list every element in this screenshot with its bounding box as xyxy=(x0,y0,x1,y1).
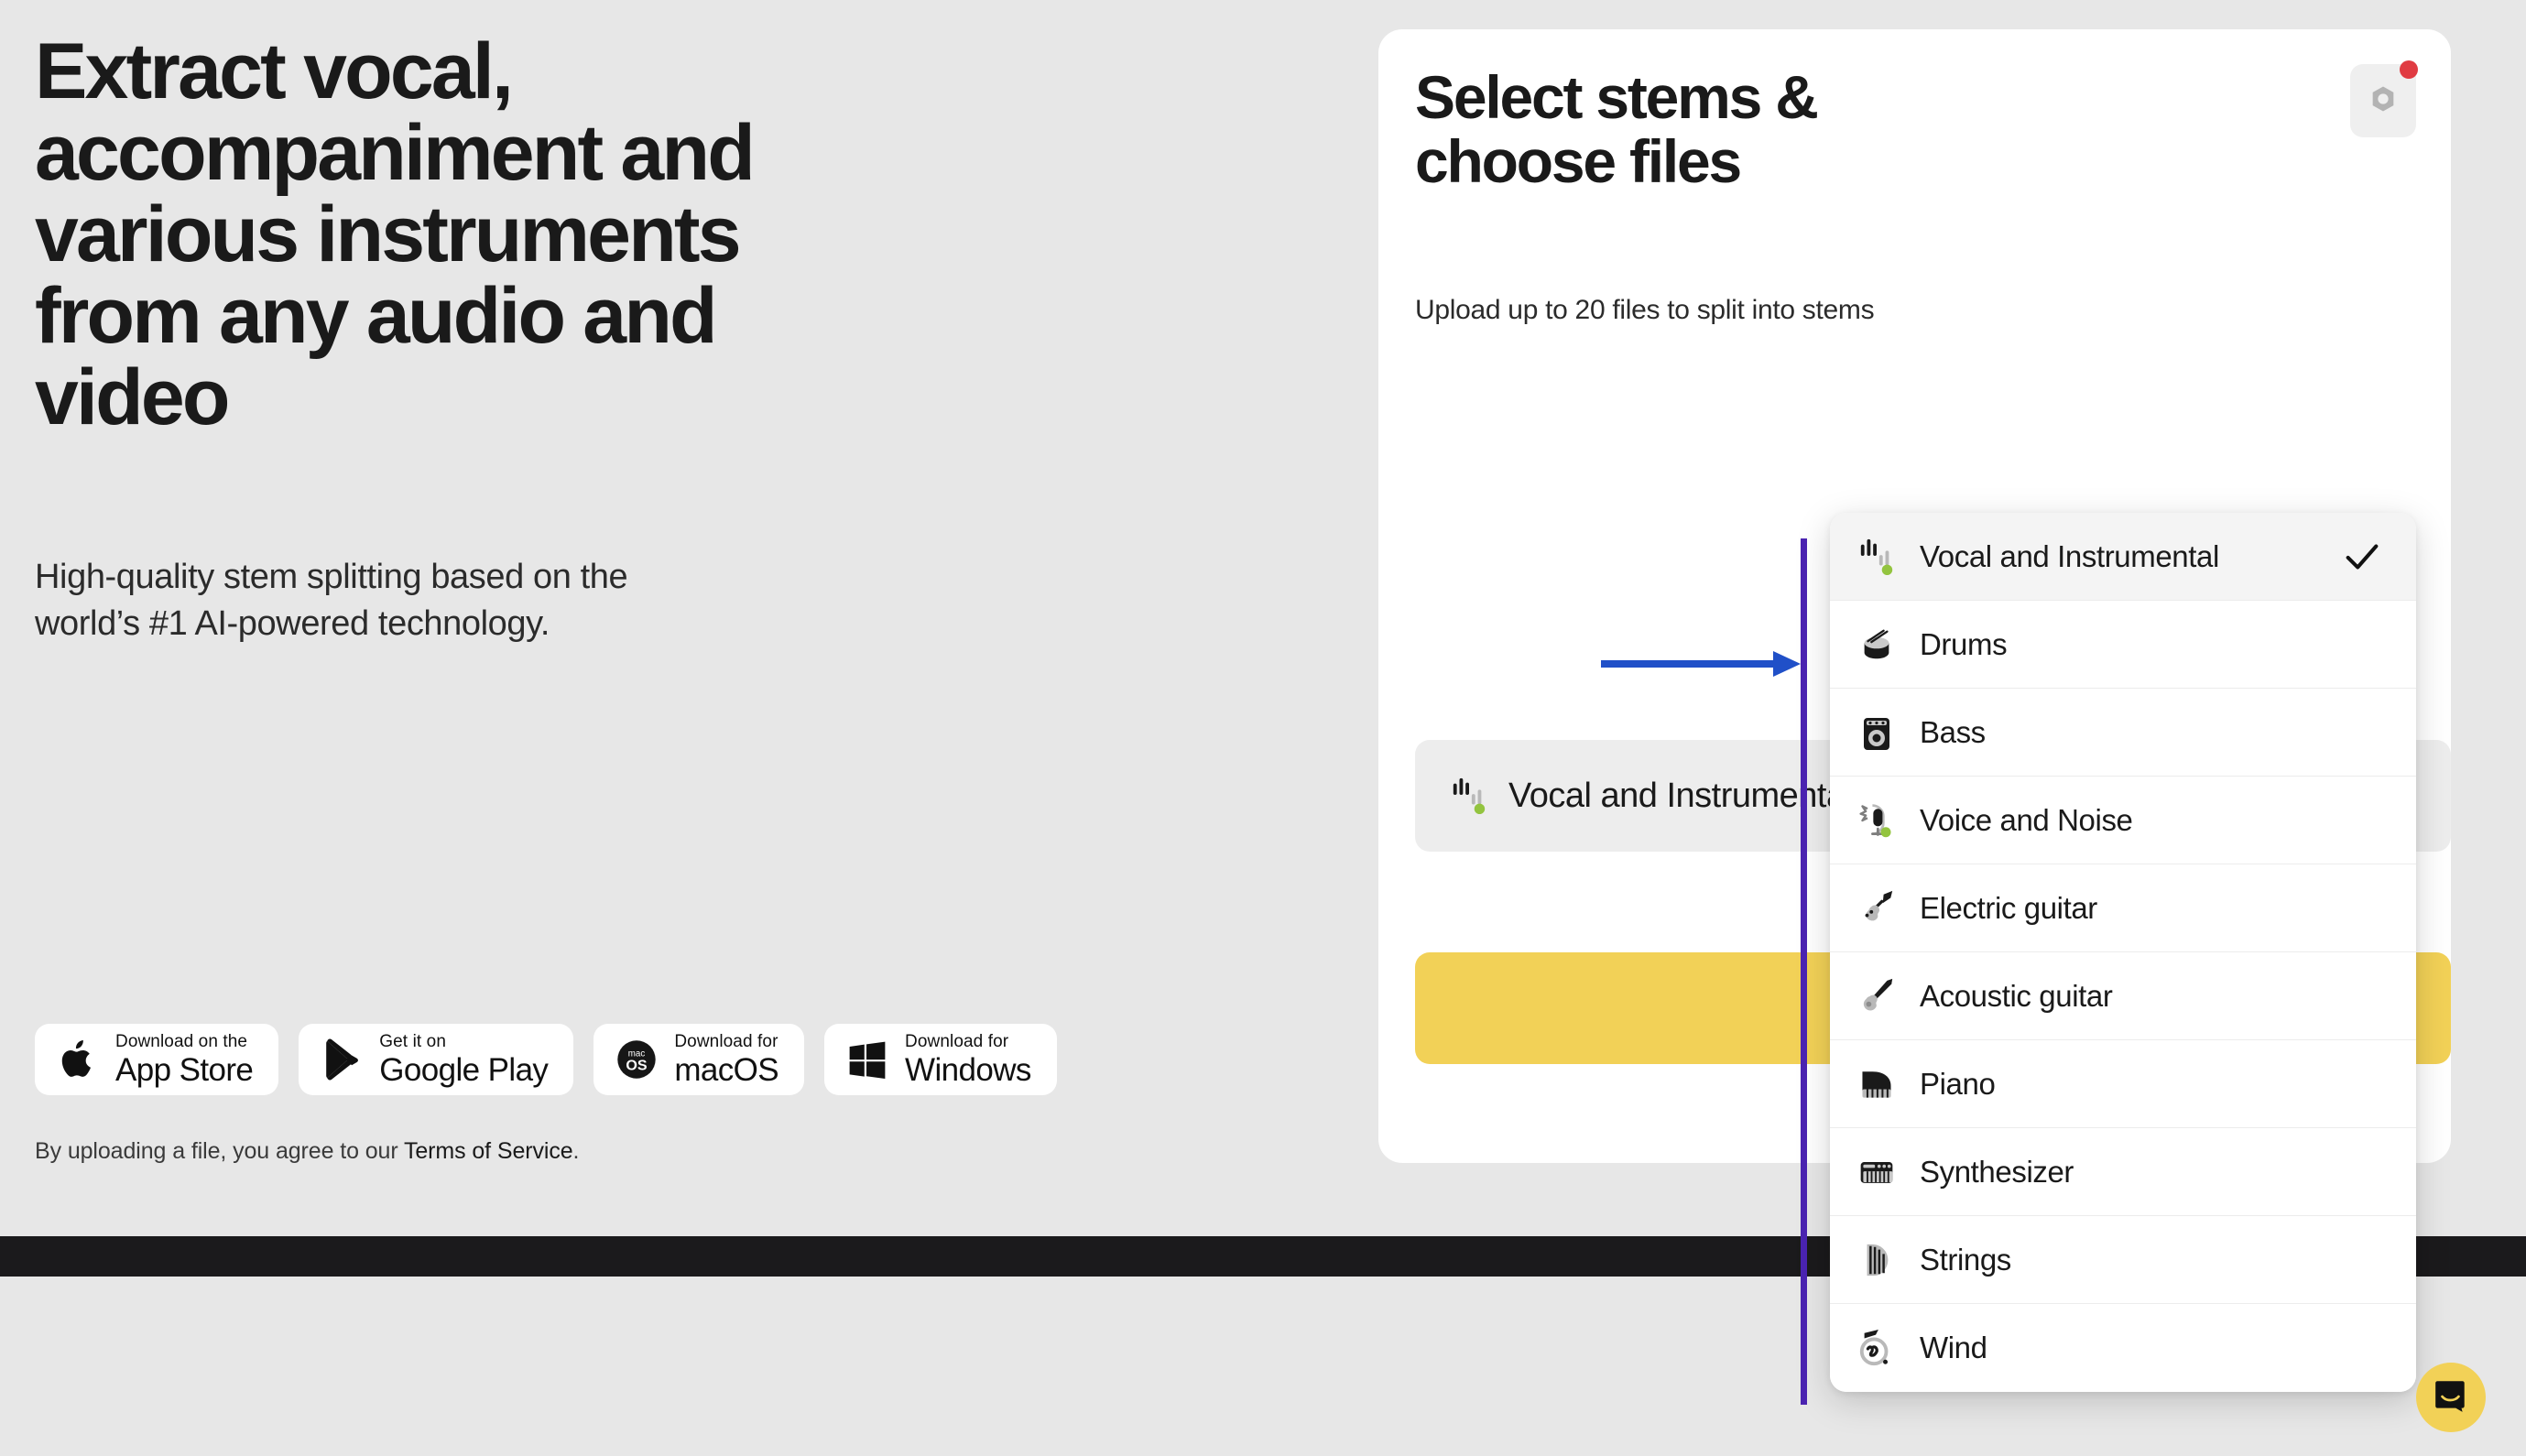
dropdown-item-wind[interactable]: Wind xyxy=(1830,1304,2416,1392)
badge-store-name: Windows xyxy=(905,1052,1031,1088)
dropdown-item-label: Bass xyxy=(1920,714,1986,749)
dropdown-item-label: Piano xyxy=(1920,1066,1996,1101)
badge-caption: Download on the xyxy=(115,1032,248,1051)
terms-prefix: By uploading a file, you agree to our xyxy=(35,1138,404,1164)
waveform-vocal-icon xyxy=(1857,536,1896,578)
check-icon xyxy=(2341,536,2383,578)
dropdown-item-label: Wind xyxy=(1920,1331,1987,1364)
svg-text:OS: OS xyxy=(626,1058,648,1074)
dropdown-item-label: Acoustic guitar xyxy=(1920,978,2113,1013)
dropdown-item-label: Vocal and Instrumental xyxy=(1920,538,2219,573)
page-root: Extract vocal, accompaniment and various… xyxy=(0,0,2526,1456)
french-horn-icon xyxy=(1857,1327,1896,1369)
terms-suffix: . xyxy=(572,1138,580,1164)
badge-store-name: App Store xyxy=(115,1052,254,1088)
dropdown-item-strings[interactable]: Strings xyxy=(1830,1216,2416,1304)
macos-icon: mac OS xyxy=(614,1036,659,1083)
piano-icon xyxy=(1857,1063,1896,1105)
badge-caption: Get it on xyxy=(379,1032,446,1051)
dropdown-item-label: Drums xyxy=(1920,626,2008,661)
chat-launcher-button[interactable] xyxy=(2416,1363,2486,1432)
dropdown-item-electric-guitar[interactable]: Electric guitar xyxy=(1830,864,2416,952)
hero-subtitle: High-quality stem splitting based on the… xyxy=(35,558,628,643)
dropdown-item-synthesizer[interactable]: Synthesizer xyxy=(1830,1128,2416,1216)
terms-of-service-link[interactable]: Terms of Service xyxy=(404,1138,573,1164)
stem-dropdown-menu[interactable]: Vocal and Instrumental Drums Bass Voice … xyxy=(1830,513,2416,1392)
annotation-vertical-line xyxy=(1801,538,1807,1405)
acoustic-guitar-icon xyxy=(1857,975,1896,1017)
badge-macos[interactable]: mac OS Download for macOS xyxy=(593,1024,805,1095)
apple-icon xyxy=(55,1036,101,1083)
card-subtitle: Upload up to 20 files to split into stem… xyxy=(1415,295,1875,325)
microphone-noise-icon xyxy=(1857,799,1896,842)
harp-strings-icon xyxy=(1857,1239,1896,1281)
badge-app-store[interactable]: Download on the App Store xyxy=(35,1024,279,1095)
dropdown-item-label: Synthesizer xyxy=(1920,1154,2074,1189)
badge-caption: Download for xyxy=(674,1032,778,1051)
drum-icon xyxy=(1857,624,1896,666)
gear-nut-icon xyxy=(2368,83,2399,119)
google-play-icon xyxy=(319,1036,365,1083)
dropdown-item-piano[interactable]: Piano xyxy=(1830,1040,2416,1128)
dropdown-item-label: Strings xyxy=(1920,1242,2011,1277)
dropdown-item-bass[interactable]: Bass xyxy=(1830,689,2416,777)
badge-text: Get it on Google Play xyxy=(379,1032,549,1088)
card-title: Select stems & choose files xyxy=(1415,63,1819,195)
badge-text: Download for Windows xyxy=(905,1033,1031,1086)
dropdown-item-label: Voice and Noise xyxy=(1920,802,2133,837)
electric-guitar-icon xyxy=(1857,887,1896,929)
dropdown-item-drums[interactable]: Drums xyxy=(1830,601,2416,689)
badge-caption: Download for xyxy=(905,1032,1009,1051)
page-title: Extract vocal, accompaniment and various… xyxy=(35,27,756,441)
settings-notification-badge xyxy=(2400,60,2418,79)
badge-store-name: macOS xyxy=(674,1052,779,1088)
badge-google-play[interactable]: Get it on Google Play xyxy=(299,1024,574,1095)
waveform-vocal-icon xyxy=(1450,775,1488,817)
hero-section: Extract vocal, accompaniment and various… xyxy=(35,27,951,441)
bass-amp-icon xyxy=(1857,712,1896,754)
chat-bubble-icon xyxy=(2432,1376,2470,1419)
dropdown-item-acoustic-guitar[interactable]: Acoustic guitar xyxy=(1830,952,2416,1040)
badge-store-name: Google Play xyxy=(379,1052,549,1088)
synthesizer-icon xyxy=(1857,1151,1896,1193)
annotation-arrow xyxy=(1601,651,1801,677)
badge-windows[interactable]: Download for Windows xyxy=(824,1024,1057,1095)
dropdown-item-voice-and-noise[interactable]: Voice and Noise xyxy=(1830,777,2416,864)
dropdown-item-label: Electric guitar xyxy=(1920,890,2097,925)
store-badges: Download on the App Store Get it on Goog… xyxy=(35,1024,1057,1095)
badge-text: Download on the App Store xyxy=(115,1032,254,1088)
dropdown-item-vocal-and-instrumental[interactable]: Vocal and Instrumental xyxy=(1830,513,2416,601)
windows-icon xyxy=(844,1036,890,1083)
terms-notice: By uploading a file, you agree to our Te… xyxy=(35,1138,579,1165)
badge-text: Download for macOS xyxy=(674,1033,778,1086)
